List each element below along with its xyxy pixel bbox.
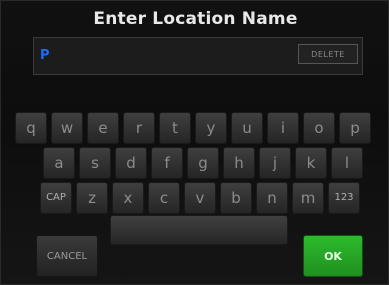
keyboard-screen: Enter Location Name P DELETE q w e r t y… bbox=[0, 0, 389, 285]
on-screen-keyboard: q w e r t y u i o p a s d f g h j k l CA… bbox=[12, 105, 380, 281]
key-v[interactable]: v bbox=[184, 182, 216, 214]
key-a[interactable]: a bbox=[43, 147, 75, 179]
key-e[interactable]: e bbox=[87, 112, 119, 144]
key-m[interactable]: m bbox=[292, 182, 324, 214]
key-o[interactable]: o bbox=[303, 112, 335, 144]
delete-button[interactable]: DELETE bbox=[298, 44, 358, 64]
ok-button[interactable]: OK bbox=[303, 235, 363, 277]
input-value: P bbox=[40, 48, 50, 63]
key-s[interactable]: s bbox=[79, 147, 111, 179]
key-f[interactable]: f bbox=[151, 147, 183, 179]
key-k[interactable]: k bbox=[295, 147, 327, 179]
key-y[interactable]: y bbox=[195, 112, 227, 144]
caps-lock-key[interactable]: CAP bbox=[40, 182, 72, 214]
key-g[interactable]: g bbox=[187, 147, 219, 179]
key-h[interactable]: h bbox=[223, 147, 255, 179]
key-r[interactable]: r bbox=[123, 112, 155, 144]
key-j[interactable]: j bbox=[259, 147, 291, 179]
key-x[interactable]: x bbox=[112, 182, 144, 214]
key-c[interactable]: c bbox=[148, 182, 180, 214]
key-b[interactable]: b bbox=[220, 182, 252, 214]
numeric-mode-key[interactable]: 123 bbox=[328, 182, 360, 214]
key-d[interactable]: d bbox=[115, 147, 147, 179]
key-l[interactable]: l bbox=[331, 147, 363, 179]
key-t[interactable]: t bbox=[159, 112, 191, 144]
key-q[interactable]: q bbox=[15, 112, 47, 144]
key-n[interactable]: n bbox=[256, 182, 288, 214]
space-bar[interactable] bbox=[110, 215, 288, 245]
page-title: Enter Location Name bbox=[93, 9, 298, 29]
key-p[interactable]: p bbox=[339, 112, 371, 144]
key-z[interactable]: z bbox=[76, 182, 108, 214]
cancel-button[interactable]: CANCEL bbox=[36, 235, 98, 277]
key-u[interactable]: u bbox=[231, 112, 263, 144]
key-i[interactable]: i bbox=[267, 112, 299, 144]
key-w[interactable]: w bbox=[51, 112, 83, 144]
location-name-input[interactable]: P DELETE bbox=[33, 37, 363, 75]
